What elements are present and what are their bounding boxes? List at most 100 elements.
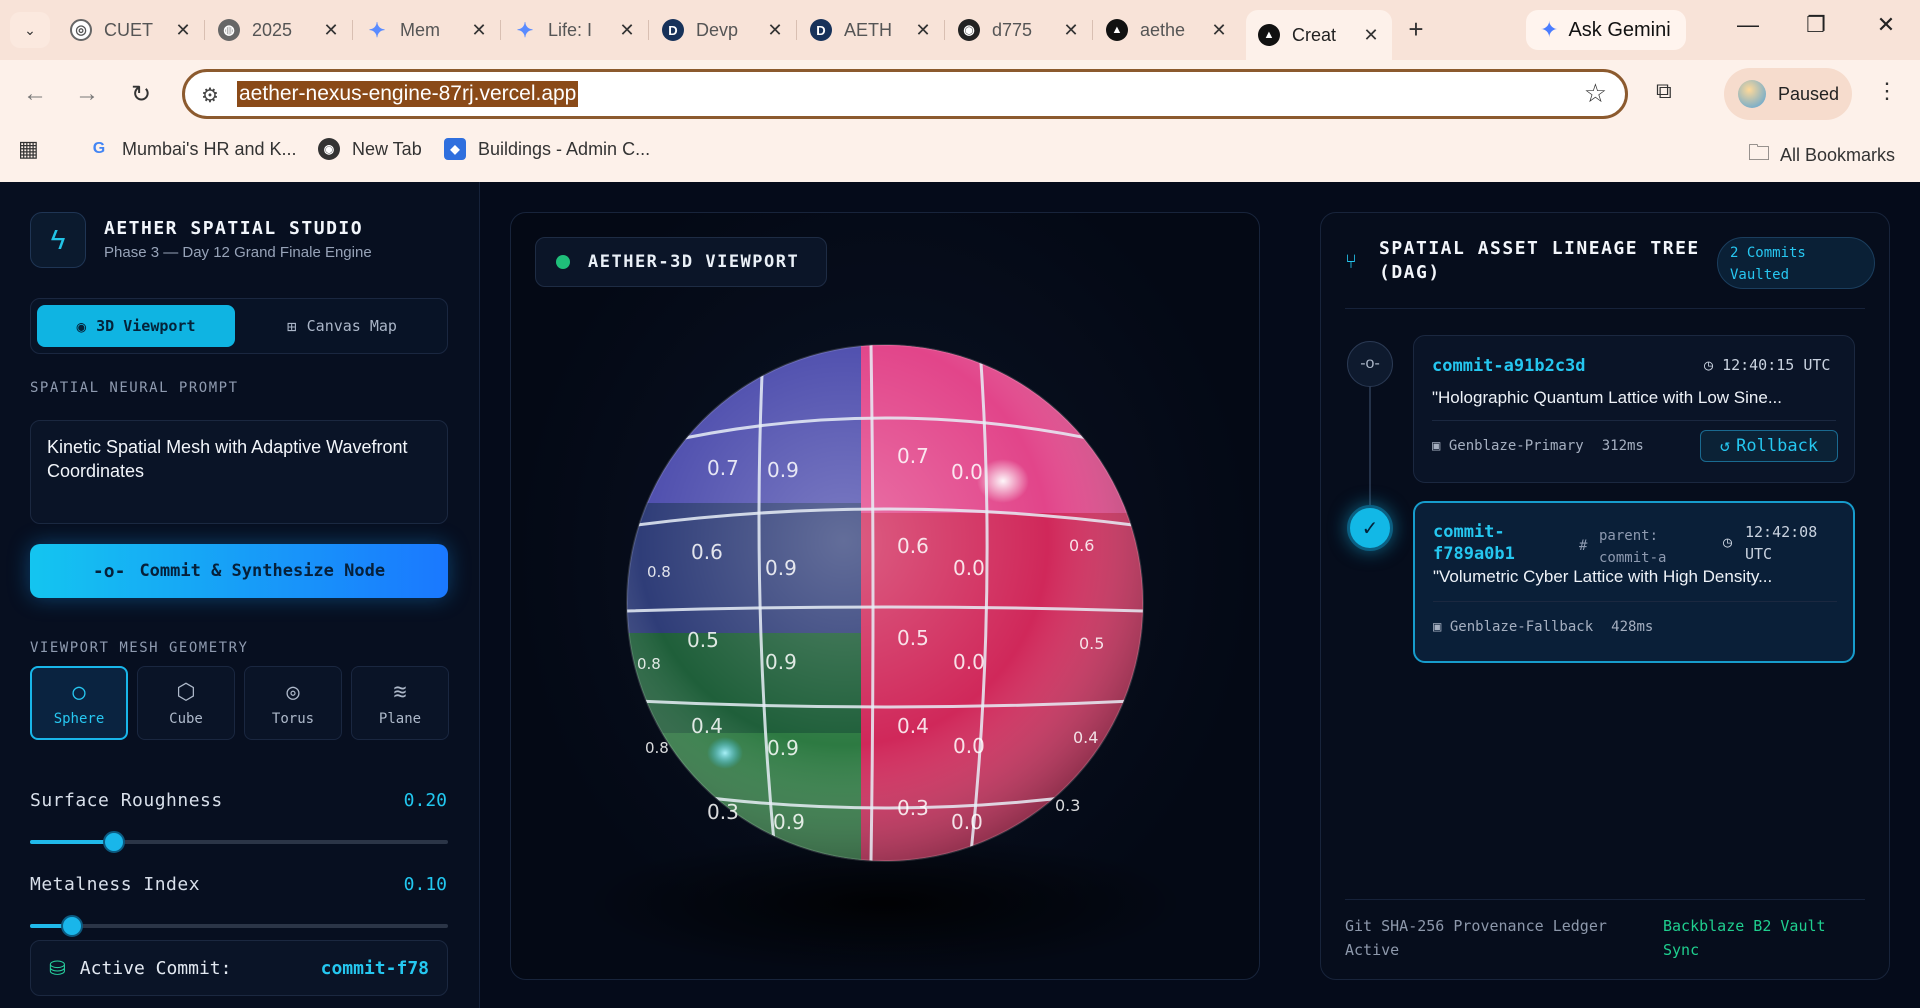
sphere-label: 0.4 [897, 714, 929, 738]
vercel-icon: ▲ [1258, 24, 1280, 46]
browser-tab[interactable]: ✦ Life: I ✕ [502, 10, 649, 50]
lineage-panel: ⑂ SPATIAL ASSET LINEAGE TREE (DAG) 2 Com… [1320, 212, 1890, 980]
metalness-slider[interactable] [30, 915, 448, 937]
browser-tab[interactable]: ◎ CUET ✕ [58, 10, 205, 50]
sphere-label: 0.0 [951, 460, 983, 484]
commit-hash[interactable]: commit-f789a0b1 [1433, 521, 1515, 565]
folder-icon: 🗀 [1748, 140, 1771, 165]
prompt-input[interactable]: Kinetic Spatial Mesh with Adaptive Wavef… [30, 420, 448, 524]
ledger-status: Git SHA-256 Provenance Ledger Active [1345, 917, 1607, 959]
layers-icon: ≋ [393, 679, 407, 705]
forward-button[interactable]: → [72, 80, 102, 108]
close-window-button[interactable]: ✕ [1866, 12, 1906, 38]
view-mode-switch: ◉ 3D Viewport ⊞ Canvas Map [30, 298, 448, 354]
d-icon: D [810, 19, 832, 41]
browser-tab[interactable]: ▲ aethe ✕ [1094, 10, 1240, 50]
sphere-label: 0.9 [767, 458, 799, 482]
geometry-sphere-button[interactable]: ○ Sphere [30, 666, 128, 740]
sphere-label: 0.0 [953, 734, 985, 758]
tab-strip: ⌄ ◎ CUET ✕ ◍ 2025 ✕ ✦ Mem ✕ ✦ Life: I ✕ D De… [0, 0, 1920, 60]
commit-engine: ▣ Genblaze-Primary 312ms [1432, 438, 1644, 454]
browser-tab[interactable]: D AETH ✕ [798, 10, 945, 50]
rollback-button[interactable]: ↺ Rollback [1700, 430, 1838, 462]
viewport-3d[interactable]: 0.7 0.6 0.5 0.4 0.3 0.9 0.9 0.9 0.9 0.9 … [510, 212, 1260, 980]
more-menu-icon[interactable]: ⋮ [1876, 78, 1898, 104]
roughness-fill [30, 840, 114, 844]
roughness-slider[interactable] [30, 831, 448, 853]
close-icon[interactable]: ✕ [1062, 20, 1080, 41]
close-icon[interactable]: ✕ [470, 20, 488, 41]
commit-time: ◷ 12:42:08 UTC [1723, 523, 1818, 563]
commit-card[interactable]: commit-a91b2c3d ◷ 12:40:15 UTC "Holograp… [1413, 335, 1855, 483]
status-dot [556, 255, 570, 269]
all-bookmarks-button[interactable]: 🗀 All Bookmarks [1748, 136, 1895, 174]
close-icon[interactable]: ✕ [914, 20, 932, 41]
commit-hash[interactable]: commit-a91b2c3d [1432, 356, 1586, 376]
site-info-icon[interactable]: ⚙ [201, 83, 219, 108]
roughness-handle[interactable] [103, 831, 125, 853]
globe-icon: ◍ [218, 19, 240, 41]
hash-icon: # [1579, 538, 1588, 554]
chevron-down-icon: ⌄ [24, 21, 36, 38]
commit-parent: # parent: commit-a [1579, 528, 1667, 566]
bookmark-item[interactable]: G Mumbai's HR and K... [88, 138, 297, 160]
tab-canvas-map[interactable]: ⊞ Canvas Map [243, 305, 441, 347]
extensions-icon[interactable]: ⧉ [1656, 78, 1672, 104]
address-bar[interactable]: ⚙ aether-nexus-engine-87rj.vercel.app ☆ [182, 69, 1628, 119]
app-root: ϟ AETHER SPATIAL STUDIO Phase 3 — Day 12… [0, 182, 1920, 1008]
browser-tab[interactable]: D Devp ✕ [650, 10, 797, 50]
url-text[interactable]: aether-nexus-engine-87rj.vercel.app [237, 81, 579, 107]
app-title: AETHER SPATIAL STUDIO [104, 218, 364, 239]
sphere-label: 0.3 [897, 796, 929, 820]
close-icon[interactable]: ✕ [766, 20, 784, 41]
commit-card-active[interactable]: commit-f789a0b1 # parent: commit-a ◷ 12:42:… [1413, 501, 1855, 663]
bookmark-item[interactable]: ◆ Buildings - Admin C... [444, 138, 650, 160]
new-tab-button[interactable]: + [1400, 14, 1432, 45]
git-commit-icon[interactable]: -o- [1347, 341, 1393, 387]
bookmark-star-icon[interactable]: ☆ [1584, 78, 1607, 109]
check-circle-icon[interactable]: ✓ [1347, 505, 1393, 551]
clock-icon: ◷ [1723, 533, 1733, 551]
active-commit-hash[interactable]: commit-f78 [321, 958, 429, 979]
sphere-label: 0.9 [765, 650, 797, 674]
commit-synthesize-button[interactable]: -o- Commit & Synthesize Node [30, 544, 448, 598]
commits-count-badge: 2 Commits Vaulted [1717, 237, 1875, 289]
geometry-cube-button[interactable]: ⬡ Cube [137, 666, 235, 740]
browser-tab-active[interactable]: ▲ Creat ✕ [1246, 10, 1392, 60]
chrome-icon: ◉ [318, 138, 340, 160]
ask-gemini-button[interactable]: ✦ Ask Gemini [1526, 10, 1686, 50]
lightning-icon: ϟ [30, 212, 86, 268]
apps-grid-icon[interactable]: ▦ [18, 136, 39, 162]
close-icon[interactable]: ✕ [618, 20, 636, 41]
lineage-header: ⑂ SPATIAL ASSET LINEAGE TREE (DAG) 2 Com… [1345, 237, 1875, 309]
browser-tab[interactable]: ✦ Mem ✕ [354, 10, 501, 50]
bookmark-item[interactable]: ◉ New Tab [318, 138, 422, 160]
tab-search-button[interactable]: ⌄ [10, 12, 50, 48]
sphere-label: 0.7 [707, 456, 739, 480]
reload-button[interactable]: ↻ [126, 80, 156, 109]
back-button[interactable]: ← [20, 80, 50, 108]
close-icon[interactable]: ✕ [322, 20, 340, 41]
commit-engine: ▣ Genblaze-Fallback 428ms [1433, 619, 1654, 635]
sphere-render[interactable]: 0.7 0.6 0.5 0.4 0.3 0.9 0.9 0.9 0.9 0.9 … [511, 213, 1260, 980]
close-icon[interactable]: ✕ [174, 20, 192, 41]
geometry-torus-button[interactable]: ◎ Torus [244, 666, 342, 740]
browser-tab[interactable]: ◍ 2025 ✕ [206, 10, 353, 50]
sphere-label: 0.9 [765, 556, 797, 580]
sphere-label: 0.8 [647, 563, 671, 581]
profile-button[interactable]: Paused [1724, 68, 1852, 120]
browser-tab[interactable]: ◉ d775 ✕ [946, 10, 1093, 50]
close-icon[interactable]: ✕ [1362, 25, 1380, 46]
tab-3d-viewport[interactable]: ◉ 3D Viewport [37, 305, 235, 347]
sphere-label: 0.9 [767, 736, 799, 760]
close-icon[interactable]: ✕ [1210, 20, 1228, 41]
sphere-label: 0.5 [1079, 634, 1104, 653]
metalness-handle[interactable] [61, 915, 83, 937]
geometry-plane-button[interactable]: ≋ Plane [351, 666, 449, 740]
commit-message: "Volumetric Cyber Lattice with High Dens… [1433, 567, 1773, 586]
cuet-icon: ◎ [70, 19, 92, 41]
cpu-icon: ▣ [1432, 438, 1449, 454]
minimize-button[interactable]: — [1728, 12, 1768, 38]
restore-button[interactable]: ❐ [1796, 12, 1836, 38]
sphere-label: 0.3 [1055, 796, 1080, 815]
